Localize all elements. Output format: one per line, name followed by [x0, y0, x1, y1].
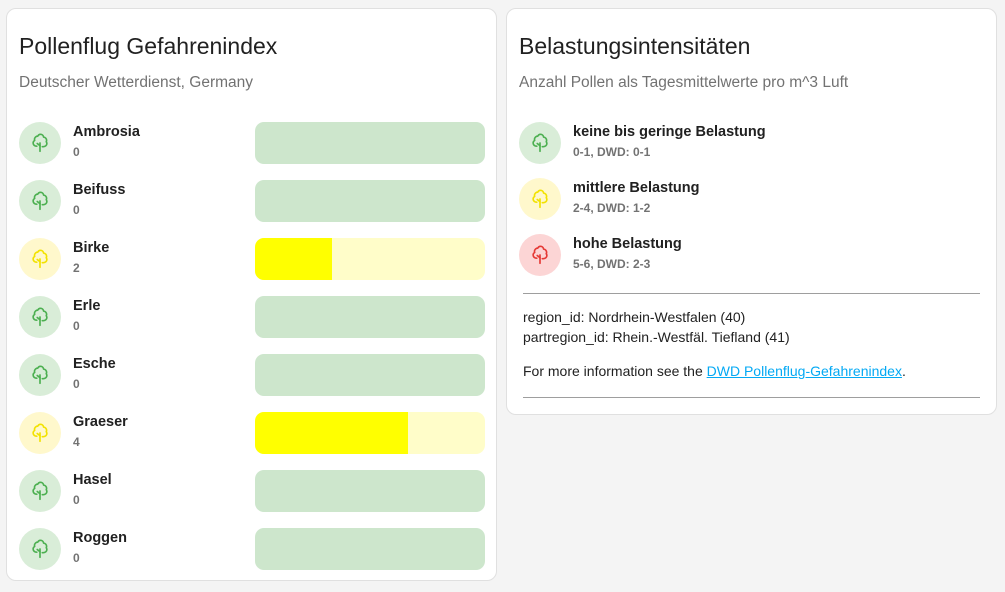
legend-row-red: hohe Belastung 5-6, DWD: 2-3	[519, 233, 986, 277]
pollen-name: Erle	[73, 298, 101, 314]
legend-desc: 0-1, DWD: 0-1	[573, 145, 651, 159]
legend-desc: 2-4, DWD: 1-2	[573, 201, 651, 215]
pollen-value: 0	[73, 203, 80, 217]
tree-icon	[19, 296, 61, 338]
tree-icon	[19, 470, 61, 512]
pollen-index-card: Pollenflug Gefahrenindex Deutscher Wette…	[6, 8, 497, 581]
pollen-row-beifuss: Beifuss 0	[19, 179, 486, 223]
pollen-value: 0	[73, 493, 80, 507]
pollen-level-bar	[255, 180, 485, 222]
dwd-pollenflug-link[interactable]: DWD Pollenflug-Gefahrenindex	[707, 363, 902, 379]
tree-icon	[519, 178, 561, 220]
legend-row-yellow: mittlere Belastung 2-4, DWD: 1-2	[519, 177, 986, 221]
pollen-row-roggen: Roggen 0	[19, 527, 486, 571]
tree-icon	[19, 354, 61, 396]
pollen-name: Ambrosia	[73, 124, 140, 140]
card-title: Belastungsintensitäten	[519, 33, 751, 59]
pollen-level-bar	[255, 470, 485, 512]
tree-icon	[19, 180, 61, 222]
legend-row-green: keine bis geringe Belastung 0-1, DWD: 0-1	[519, 121, 986, 165]
pollen-row-esche: Esche 0	[19, 353, 486, 397]
pollen-level-bar	[255, 528, 485, 570]
pollen-name: Hasel	[73, 472, 112, 488]
pollen-name: Graeser	[73, 414, 128, 430]
pollen-value: 0	[73, 319, 80, 333]
pollen-value: 0	[73, 145, 80, 159]
more-info-text: For more information see the DWD Pollenf…	[523, 363, 906, 379]
tree-icon	[19, 238, 61, 280]
tree-icon	[19, 412, 61, 454]
more-info-prefix: For more information see the	[523, 363, 707, 379]
pollen-value: 0	[73, 551, 80, 565]
more-info-suffix: .	[901, 363, 906, 379]
legend-name: mittlere Belastung	[573, 180, 700, 196]
card-subtitle: Deutscher Wetterdienst, Germany	[19, 74, 254, 91]
divider	[523, 293, 980, 294]
pollen-name: Esche	[73, 356, 116, 372]
legend-name: keine bis geringe Belastung	[573, 124, 766, 140]
tree-icon	[519, 234, 561, 276]
pollen-row-birke: Birke 2	[19, 237, 486, 281]
pollen-row-hasel: Hasel 0	[19, 469, 486, 513]
tree-icon	[19, 528, 61, 570]
card-subtitle: Anzahl Pollen als Tagesmittelwerte pro m…	[519, 74, 849, 91]
pollen-name: Roggen	[73, 530, 127, 546]
pollen-level-bar	[255, 238, 485, 280]
intensity-legend-card: Belastungsintensitäten Anzahl Pollen als…	[506, 8, 997, 415]
divider	[523, 397, 980, 398]
partregion-id-text: partregion_id: Rhein.-Westfäl. Tiefland …	[523, 329, 790, 345]
pollen-level-bar-fill	[255, 412, 409, 454]
tree-icon	[519, 122, 561, 164]
pollen-name: Birke	[73, 240, 110, 256]
pollen-level-bar	[255, 412, 485, 454]
legend-desc: 5-6, DWD: 2-3	[573, 257, 651, 271]
pollen-value: 4	[73, 435, 80, 449]
legend-name: hohe Belastung	[573, 236, 682, 252]
pollen-row-erle: Erle 0	[19, 295, 486, 339]
pollen-value: 0	[73, 377, 80, 391]
tree-icon	[19, 122, 61, 164]
pollen-level-bar	[255, 354, 485, 396]
region-id-text: region_id: Nordrhein-Westfalen (40)	[523, 309, 746, 325]
pollen-level-bar	[255, 122, 485, 164]
pollen-level-bar-fill	[255, 238, 332, 280]
pollen-row-ambrosia: Ambrosia 0	[19, 121, 486, 165]
pollen-name: Beifuss	[73, 182, 126, 198]
pollen-level-bar	[255, 296, 485, 338]
card-title: Pollenflug Gefahrenindex	[19, 33, 278, 59]
pollen-value: 2	[73, 261, 80, 275]
pollen-row-graeser: Graeser 4	[19, 411, 486, 455]
